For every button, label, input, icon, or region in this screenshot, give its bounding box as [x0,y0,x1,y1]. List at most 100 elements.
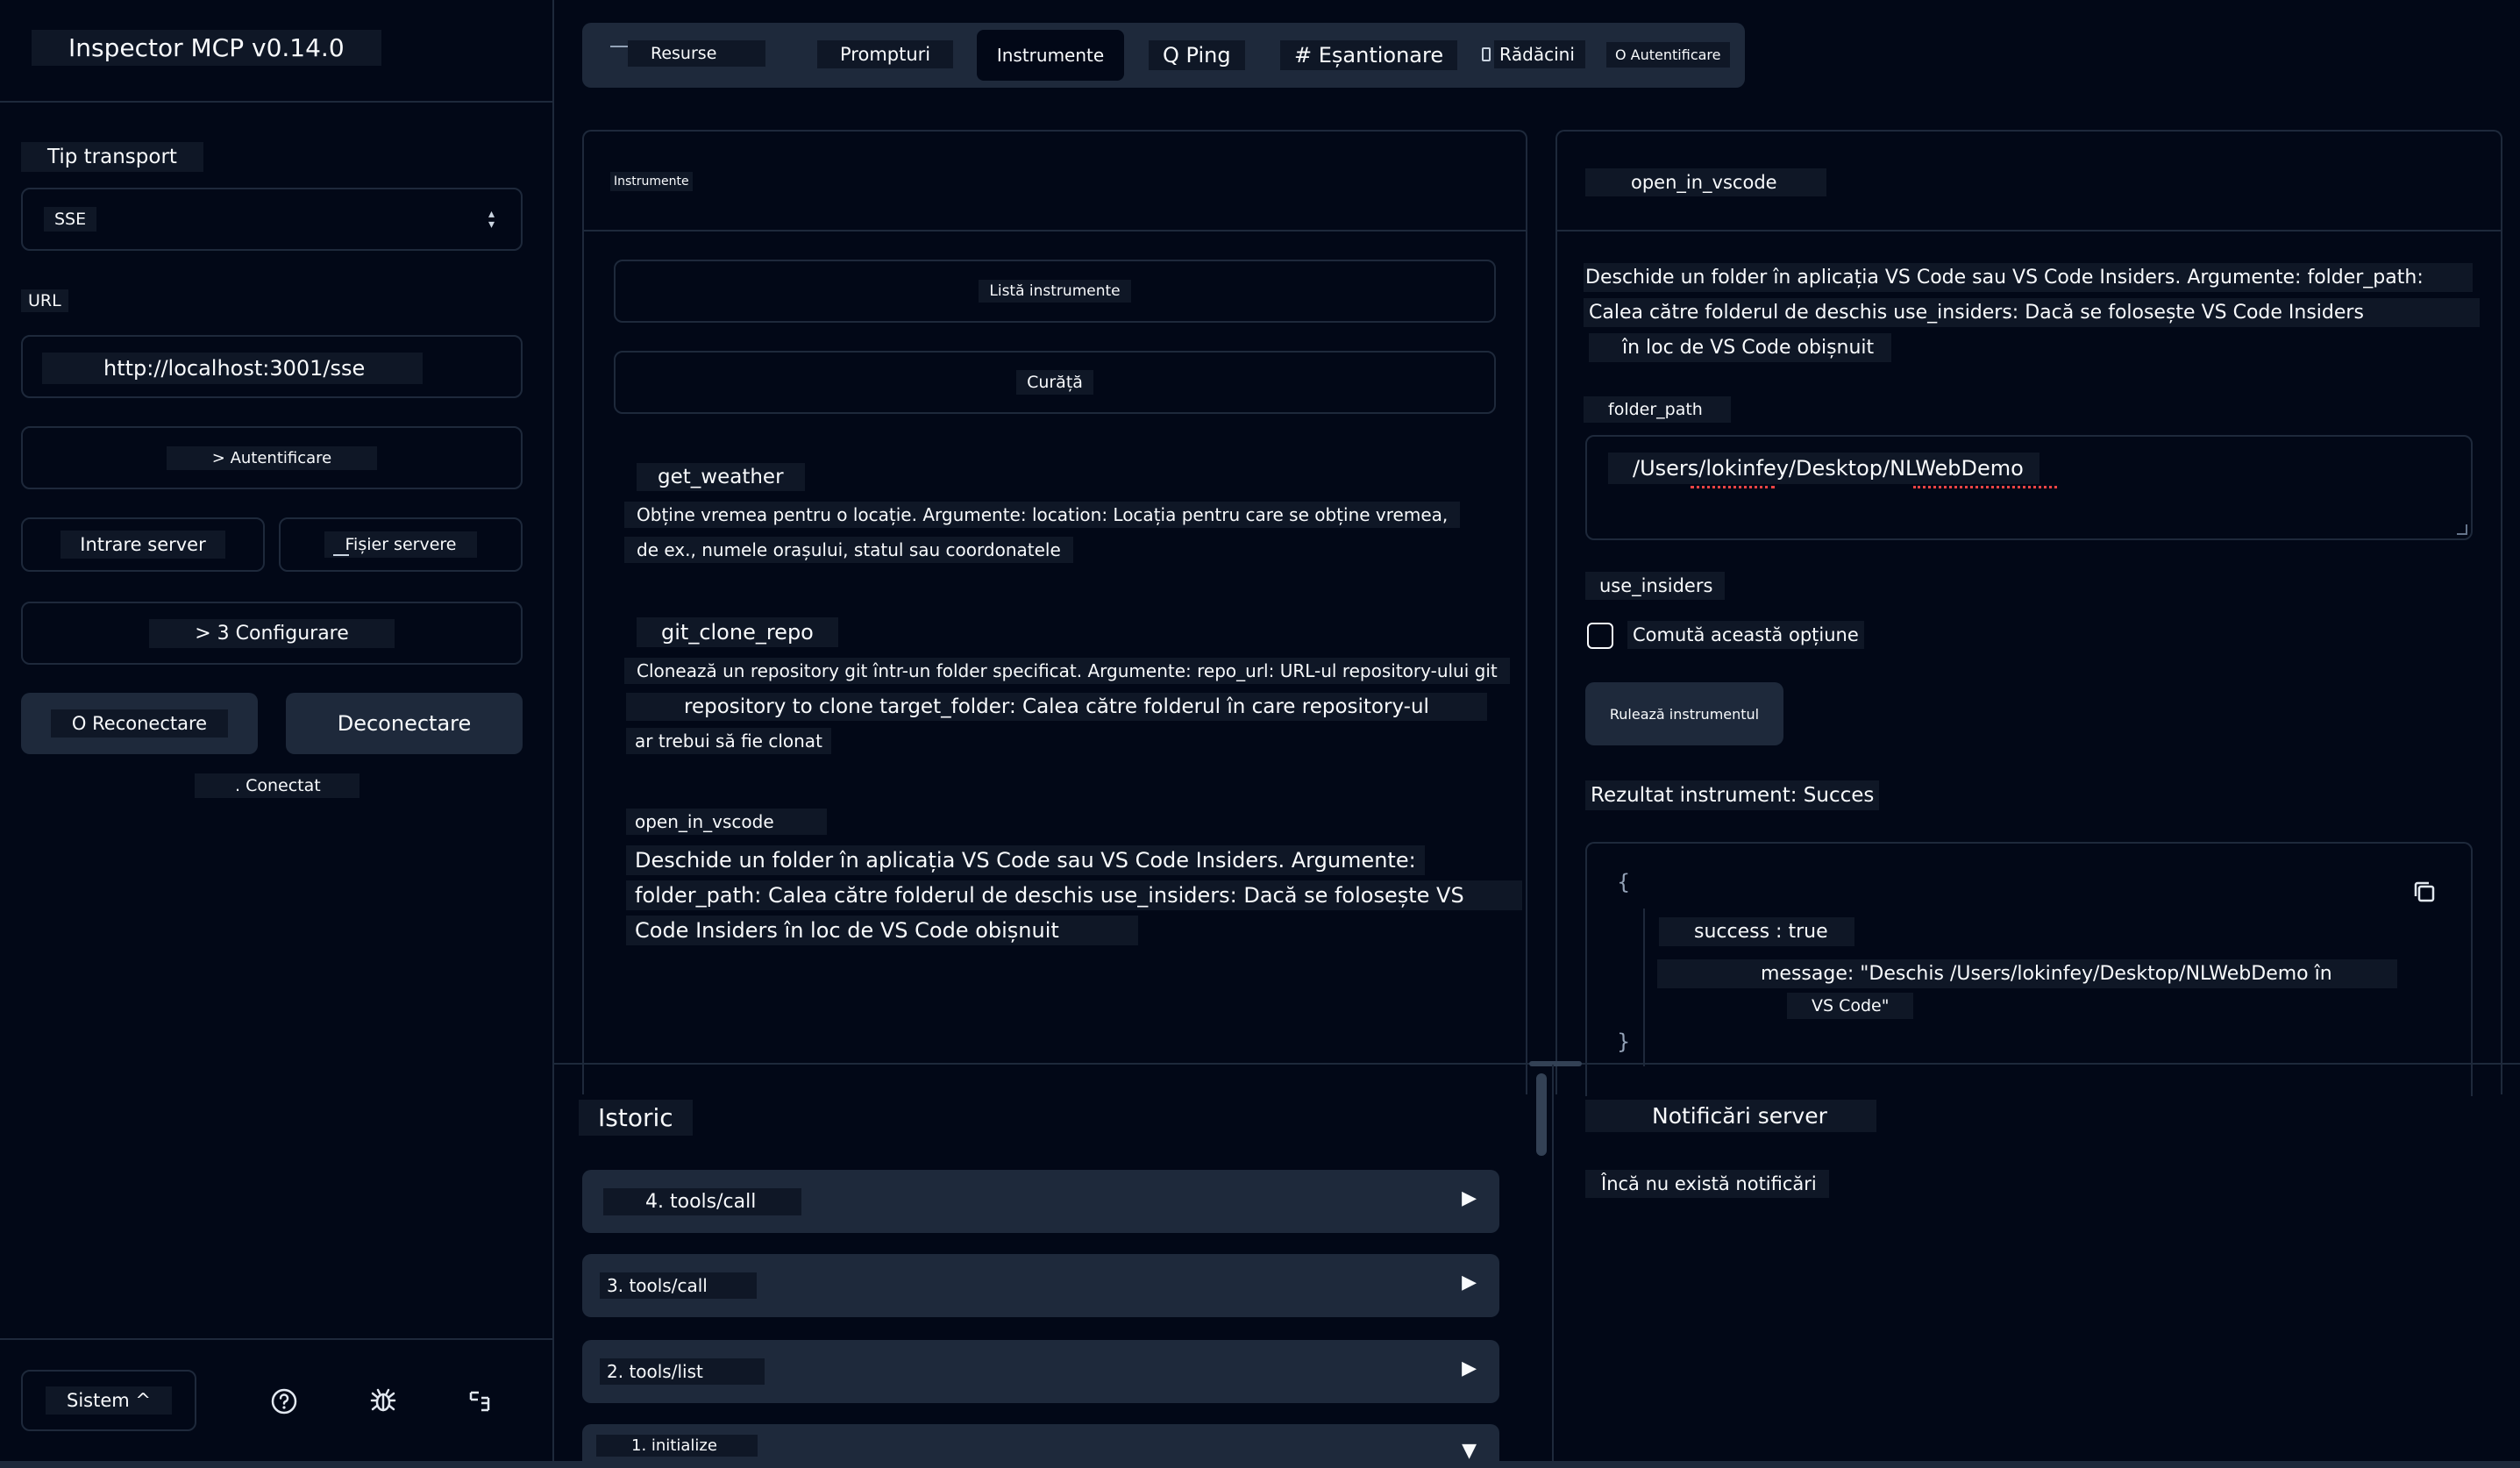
copy-icon[interactable] [2411,879,2438,905]
history-item-label: 3. tools/call [600,1272,757,1299]
theme-label: Sistem ^ [46,1386,172,1415]
config-button[interactable]: > 3 Configurare [21,602,523,665]
folder-path-input[interactable]: /Users/lokinfey/Desktop/NLWebDemo [1585,435,2473,540]
expand-arrow-icon: ▶ [1462,1187,1477,1209]
detail-description: în loc de VS Code obișnuit [1589,333,1892,362]
result-success: success : true [1659,917,1854,946]
tab-ping[interactable]: Q Ping [1149,40,1245,70]
toggle-label: Comută această opțiune [1627,621,1864,649]
transport-label: Tip transport [21,142,203,172]
sidebar-header-divider [0,101,552,103]
tools-panel-divider [584,230,1526,232]
detail-description: Deschide un folder în aplicația VS Code … [1584,263,2473,292]
use-insiders-label: use_insiders [1585,572,1726,600]
disconnect-label: Deconectare [321,708,488,739]
help-icon[interactable] [270,1387,298,1415]
transport-value: SSE [44,207,97,232]
run-tool-button[interactable]: Rulează instrumentul [1585,682,1783,745]
folder-icon [1482,47,1491,61]
resize-handle-icon[interactable] [2457,524,2467,535]
folder-path-label: folder_path [1584,396,1731,423]
server-entry-button[interactable]: Intrare server [21,517,265,572]
history-item-label: 1. initialize [596,1435,758,1457]
tab-tools[interactable]: Instrumente [977,30,1124,81]
notifications-empty: Încă nu există notificări [1585,1170,1829,1198]
list-tools-button[interactable]: Listă instrumente [614,260,1496,323]
chevron-updown-icon: ▴ ▾ [488,207,495,232]
use-insiders-checkbox[interactable] [1587,623,1613,649]
tool-name: open_in_vscode [626,809,827,835]
tools-panel-title: Instrumente [610,172,693,191]
resources-icon [610,46,628,65]
result-label: Rezultat instrument: Succes [1585,780,1880,810]
url-input[interactable]: http://localhost:3001/sse [21,335,523,398]
tab-bar: Resurse Prompturi Instrumente Q Ping # E… [582,23,1745,88]
tools-panel: Instrumente Listă instrumente Curăță get… [582,130,1527,1094]
transport-select[interactable]: SSE ▴ ▾ [21,188,523,251]
clear-label: Curăță [1016,370,1093,395]
tab-sampling[interactable]: # Eșantionare [1280,40,1458,70]
clear-button[interactable]: Curăță [614,351,1496,414]
tool-description: repository to clone target_folder: Calea… [626,693,1487,721]
history-item[interactable]: 2. tools/list ▶ [582,1340,1499,1403]
bottom-edge [0,1461,2520,1468]
auth-button[interactable]: > Autentificare [21,426,523,489]
tab-prompts[interactable]: Prompturi [817,40,954,68]
collapse-arrow-icon: ▼ [1462,1440,1477,1462]
history-panel: Istoric 4. tools/call ▶ 3. tools/call ▶ … [554,1065,1550,1468]
file-icon [333,554,349,556]
history-item-label: 4. tools/call [603,1187,802,1215]
result-close-brace: } [1617,1030,1631,1054]
tab-auth[interactable]: O Autentificare [1606,42,1730,68]
servers-file-button[interactable]: Fișier servere [279,517,523,572]
tab-auth-label: O Autentificare [1606,42,1730,68]
notifications-panel: Notificări server Încă nu există notific… [1554,1065,2520,1468]
sidebar: Inspector MCP v0.14.0 Tip transport SSE … [0,0,554,1468]
tool-item-get-weather[interactable]: get_weather Obține vremea pentru o locaț… [624,463,1513,568]
tool-detail-panel: open_in_vscode Deschide un folder în apl… [1555,130,2502,1096]
app-title: Inspector MCP v0.14.0 [32,30,381,66]
result-open-brace: { [1617,870,1631,894]
notifications-title: Notificări server [1585,1100,1876,1132]
tool-item-git-clone-repo[interactable]: git_clone_repo Clonează un repository gi… [624,617,1513,758]
tab-resources-label: Resurse [628,40,766,67]
bug-icon[interactable] [368,1386,398,1415]
url-label: URL [21,289,68,312]
reconnect-label: O Reconectare [50,709,229,738]
tool-description: Code Insiders în loc de VS Code obișnuit [626,916,1138,945]
tool-description: ar trebui să fie clonat [626,728,831,754]
disconnect-button[interactable]: Deconectare [286,693,523,754]
tool-name: get_weather [637,463,805,491]
tab-roots[interactable]: Rădăcini [1473,40,1585,68]
theme-select[interactable]: Sistem ^ [21,1370,196,1431]
folder-path-value: /Users/lokinfey/Desktop/NLWebDemo [1608,453,2039,484]
expand-arrow-icon: ▶ [1462,1358,1477,1379]
tool-item-open-in-vscode[interactable]: open_in_vscode Deschide un folder în apl… [626,809,1522,949]
config-button-label: > 3 Configurare [149,618,395,648]
spellcheck-underline [1691,486,1775,488]
sidebar-footer-divider [0,1338,552,1340]
history-item[interactable]: 4. tools/call ▶ [582,1170,1499,1233]
result-output: { success : true message: "Deschis /User… [1585,842,2473,1096]
tool-name: git_clone_repo [637,617,838,647]
run-tool-label: Rulează instrumentul [1605,702,1763,725]
tab-resources[interactable]: Resurse [610,40,766,67]
server-entry-label: Intrare server [61,531,225,559]
history-item[interactable]: 3. tools/call ▶ [582,1254,1499,1317]
list-tools-label: Listă instrumente [979,280,1131,303]
tool-description: folder_path: Calea către folderul de des… [626,880,1522,910]
history-scrollbar[interactable] [1536,1073,1547,1156]
tool-description: de ex., numele orașului, statul sau coor… [624,537,1073,563]
tab-roots-label: Rădăcini [1494,40,1585,68]
tab-sampling-label: # Eșantionare [1280,40,1458,70]
connection-status: . Conectat [195,773,359,798]
history-title: Istoric [579,1100,693,1136]
detail-divider [1557,230,2501,232]
tool-description: Clonează un repository git într-un folde… [624,658,1510,684]
result-tree-line [1643,909,1645,1066]
auth-button-label: > Autentificare [166,445,378,470]
reconnect-button[interactable]: O Reconectare [21,693,258,754]
tab-tools-label: Instrumente [996,45,1105,66]
github-icon[interactable] [468,1389,491,1414]
tool-description: Obține vremea pentru o locație. Argument… [624,502,1461,528]
